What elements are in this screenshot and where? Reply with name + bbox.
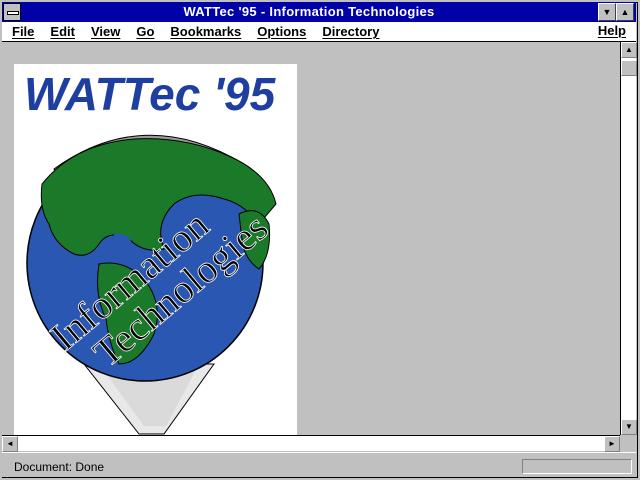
scroll-down-button[interactable]: ▼	[621, 419, 637, 435]
menu-view[interactable]: View	[91, 24, 120, 39]
system-menu-button[interactable]	[3, 3, 21, 21]
globe-illustration: WATTec '95 Information Technologies	[24, 68, 277, 435]
menu-options[interactable]: Options	[257, 24, 306, 39]
status-bar: Document: Done	[2, 452, 636, 477]
menu-bar: File Edit View Go Bookmarks Options Dire…	[2, 22, 636, 42]
menu-directory[interactable]: Directory	[322, 24, 379, 39]
scroll-left-button[interactable]: ◄	[2, 436, 18, 452]
scrollbar-corner	[620, 435, 636, 451]
document-view[interactable]: WATTec '95 Information Technologies	[2, 42, 619, 435]
progress-field	[522, 459, 632, 474]
menu-file[interactable]: File	[12, 24, 34, 39]
title-bar[interactable]: WATTec '95 - Information Technologies ▼ …	[2, 2, 636, 22]
vertical-scroll-thumb[interactable]	[621, 60, 637, 76]
horizontal-scrollbar[interactable]: ◄ ►	[2, 435, 620, 452]
wattec-poster-image: WATTec '95 Information Technologies	[14, 64, 297, 435]
maximize-button[interactable]: ▲	[616, 3, 634, 21]
minimize-button[interactable]: ▼	[598, 3, 616, 21]
scroll-up-button[interactable]: ▲	[621, 42, 637, 58]
window-title: WATTec '95 - Information Technologies	[183, 4, 435, 19]
menu-go[interactable]: Go	[136, 24, 154, 39]
menu-edit[interactable]: Edit	[50, 24, 75, 39]
status-text: Document: Done	[14, 460, 105, 474]
scroll-right-button[interactable]: ►	[604, 436, 620, 452]
vertical-scrollbar[interactable]: ▲ ▼	[620, 42, 637, 435]
menu-help[interactable]: Help	[598, 23, 626, 38]
logo-text: WATTec '95	[24, 68, 277, 120]
menu-bookmarks[interactable]: Bookmarks	[170, 24, 241, 39]
